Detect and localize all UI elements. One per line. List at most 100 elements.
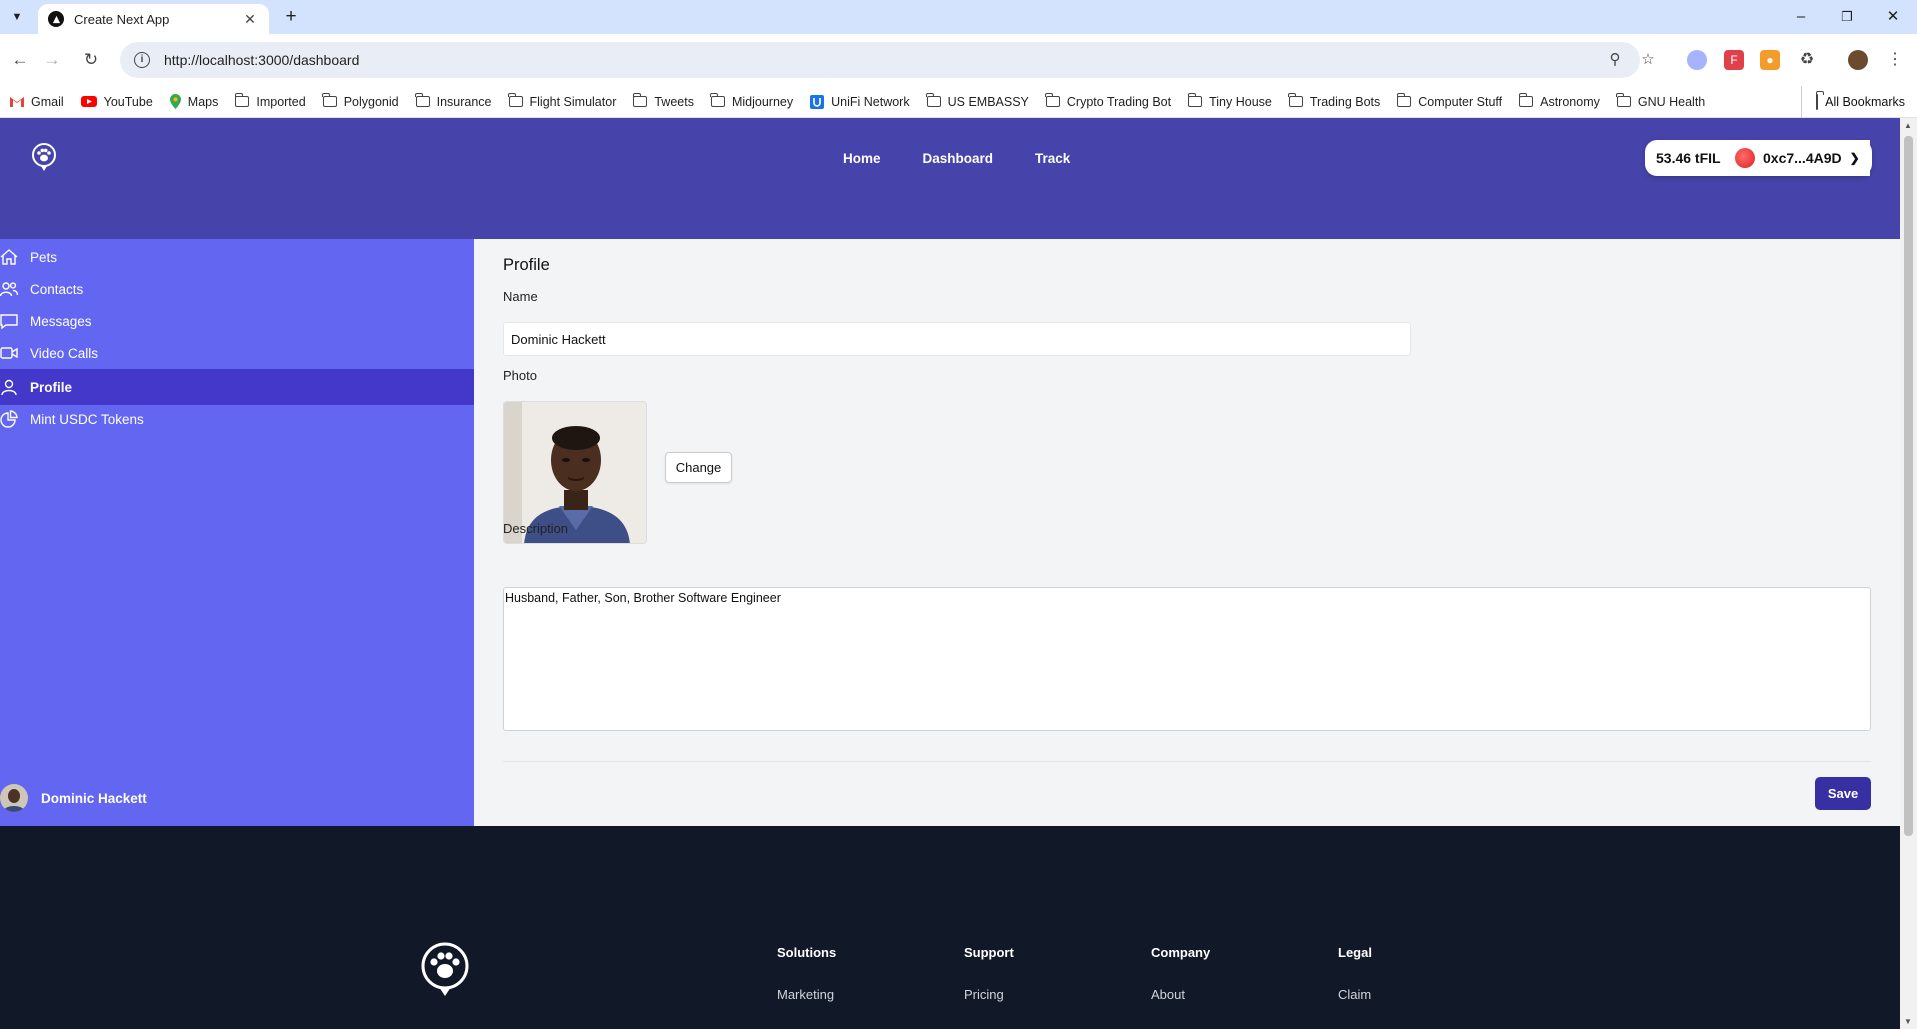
- extension-red-icon[interactable]: F: [1724, 50, 1744, 70]
- site-header: Home Dashboard Track 53.46 tFIL 0xc7...4…: [0, 118, 1900, 239]
- account-avatar-icon: [1735, 148, 1755, 168]
- youtube-icon: [80, 96, 97, 107]
- bookmark-imported[interactable]: Imported: [234, 93, 306, 109]
- bookmark-crypto-trading-bot[interactable]: Crypto Trading Bot: [1045, 93, 1172, 109]
- scroll-down-icon[interactable]: ▼: [1904, 1017, 1912, 1026]
- bookmark-trading-bots[interactable]: Trading Bots: [1288, 93, 1381, 109]
- tab-title: Create Next App: [74, 11, 170, 27]
- address-bar[interactable]: i http://localhost:3000/dashboard: [120, 42, 1640, 78]
- browser-tab[interactable]: Create Next App ✕: [38, 4, 269, 34]
- sidebar-item-label: Mint USDC Tokens: [30, 411, 144, 427]
- wallet-connect-button[interactable]: 53.46 tFIL 0xc7...4A9D ❯: [1645, 140, 1872, 176]
- folder-icon: [632, 93, 648, 107]
- sidebar-item-profile[interactable]: Profile: [0, 369, 474, 405]
- sidebar-user[interactable]: Dominic Hackett: [0, 784, 147, 812]
- folder-icon: [1187, 93, 1203, 107]
- bookmark-astronomy[interactable]: Astronomy: [1518, 93, 1600, 109]
- bookmark-us-embassy[interactable]: US EMBASSY: [926, 93, 1029, 109]
- footer-column-legal: Legal Claim: [1338, 945, 1372, 1002]
- footer-link[interactable]: Pricing: [964, 987, 1014, 1002]
- site-info-icon[interactable]: i: [134, 52, 150, 68]
- page-scrollbar[interactable]: ▲ ▼: [1900, 118, 1917, 1029]
- name-field[interactable]: [503, 322, 1411, 356]
- folder-icon: [710, 93, 725, 107]
- page-title: Profile: [503, 256, 550, 274]
- url-text[interactable]: http://localhost:3000/dashboard: [164, 52, 1640, 68]
- nav-home-link[interactable]: Home: [843, 151, 881, 166]
- bookmark-label: Imported: [256, 94, 306, 109]
- back-arrow-icon[interactable]: ←: [7, 47, 33, 73]
- paw-logo-icon[interactable]: [30, 142, 58, 174]
- maps-icon: [169, 94, 181, 109]
- scroll-up-icon[interactable]: ▲: [1904, 121, 1912, 130]
- new-tab-button[interactable]: +: [280, 6, 302, 28]
- reload-icon[interactable]: ↻: [78, 47, 104, 73]
- bookmark-tweets[interactable]: Tweets: [632, 93, 694, 109]
- all-bookmarks[interactable]: All Bookmarks: [1801, 86, 1905, 118]
- bookmark-tiny-house[interactable]: Tiny House: [1187, 93, 1272, 109]
- zoom-icon[interactable]: ⚲: [1605, 50, 1625, 70]
- footer-link[interactable]: Claim: [1338, 987, 1372, 1002]
- minimize-button[interactable]: –: [1778, 4, 1824, 30]
- bookmark-flight-simulator[interactable]: Flight Simulator: [507, 93, 616, 109]
- close-window-button[interactable]: ✕: [1870, 4, 1916, 30]
- wallet-account[interactable]: 0xc7...4A9D ❯: [1729, 140, 1870, 176]
- sidebar-item-mint-usdc-tokens[interactable]: Mint USDC Tokens: [0, 401, 474, 437]
- sidebar-item-label: Profile: [30, 379, 73, 395]
- bookmark-gmail[interactable]: Gmail: [10, 95, 64, 109]
- bookmark-label: Trading Bots: [1309, 94, 1381, 109]
- browser-menu-icon[interactable]: ⋮: [1885, 50, 1905, 70]
- site-footer: Solutions Marketing Support Pricing Comp…: [0, 826, 1900, 1029]
- metamask-fox-icon[interactable]: ●: [1760, 50, 1780, 70]
- top-navigation: Home Dashboard Track: [843, 151, 1112, 166]
- sidebar-item-video-calls[interactable]: Video Calls: [0, 335, 474, 371]
- bookmark-label: GNU Health: [1637, 94, 1706, 109]
- extension-purple-icon[interactable]: [1687, 50, 1707, 70]
- change-photo-button[interactable]: Change: [665, 452, 732, 483]
- bookmark-computer-stuff[interactable]: Computer Stuff: [1396, 93, 1502, 109]
- bookmark-maps[interactable]: Maps: [169, 94, 218, 109]
- description-field[interactable]: Husband, Father, Son, Brother Software E…: [503, 587, 1871, 731]
- bookmark-label: Crypto Trading Bot: [1066, 94, 1172, 109]
- save-button[interactable]: Save: [1815, 777, 1871, 810]
- bookmark-label: Astronomy: [1540, 94, 1600, 109]
- nav-track-link[interactable]: Track: [1035, 151, 1070, 166]
- footer-link[interactable]: About: [1151, 987, 1210, 1002]
- scrollbar-thumb[interactable]: [1904, 136, 1913, 836]
- description-label: Description: [503, 521, 569, 536]
- bookmark-gnu-health[interactable]: GNU Health: [1616, 93, 1706, 109]
- nav-dashboard-link[interactable]: Dashboard: [923, 151, 994, 166]
- sidebar-item-contacts[interactable]: Contacts: [0, 271, 474, 307]
- profile-panel: Profile Name Photo Change Description Hu…: [474, 239, 1900, 826]
- tab-close-icon[interactable]: ✕: [241, 11, 259, 28]
- forward-arrow-icon[interactable]: →: [39, 47, 65, 73]
- bookmarks-bar: Gmail YouTube Maps Imported Polygonid In…: [0, 86, 1917, 118]
- tab-search-button[interactable]: ▼: [6, 6, 28, 28]
- folder-icon: [1616, 93, 1631, 107]
- sidebar-user-name: Dominic Hackett: [41, 790, 147, 806]
- page-viewport: Home Dashboard Track 53.46 tFIL 0xc7...4…: [0, 118, 1900, 1029]
- folder-icon: [322, 93, 337, 107]
- home-icon: [0, 248, 30, 266]
- bookmark-insurance[interactable]: Insurance: [415, 93, 492, 109]
- footer-heading: Solutions: [777, 945, 837, 960]
- folder-icon: [1288, 93, 1303, 107]
- bookmark-youtube[interactable]: YouTube: [80, 95, 153, 109]
- footer-link[interactable]: Marketing: [777, 987, 836, 1002]
- sidebar-item-pets[interactable]: Pets: [0, 239, 474, 275]
- sidebar-item-messages[interactable]: Messages: [0, 303, 474, 339]
- bookmark-midjourney[interactable]: Midjourney: [710, 93, 793, 109]
- bookmark-polygonid[interactable]: Polygonid: [322, 93, 399, 109]
- browser-tab-bar: ▼ Create Next App ✕ + – ❐ ✕: [0, 0, 1917, 34]
- wallet-address: 0xc7...4A9D: [1763, 150, 1842, 166]
- photo-label: Photo: [503, 368, 537, 383]
- bookmark-star-icon[interactable]: ☆: [1638, 50, 1658, 70]
- bookmark-unifi-network[interactable]: UniFi Network: [810, 94, 910, 109]
- browser-toolbar: ← → ↻ i http://localhost:3000/dashboard …: [0, 34, 1917, 86]
- extensions-puzzle-icon[interactable]: ♻: [1797, 50, 1817, 70]
- profile-avatar-icon[interactable]: [1848, 50, 1868, 70]
- restore-button[interactable]: ❐: [1824, 4, 1870, 30]
- sidebar-item-label: Messages: [30, 313, 92, 329]
- form-divider: [503, 761, 1871, 762]
- folder-icon: [926, 93, 941, 107]
